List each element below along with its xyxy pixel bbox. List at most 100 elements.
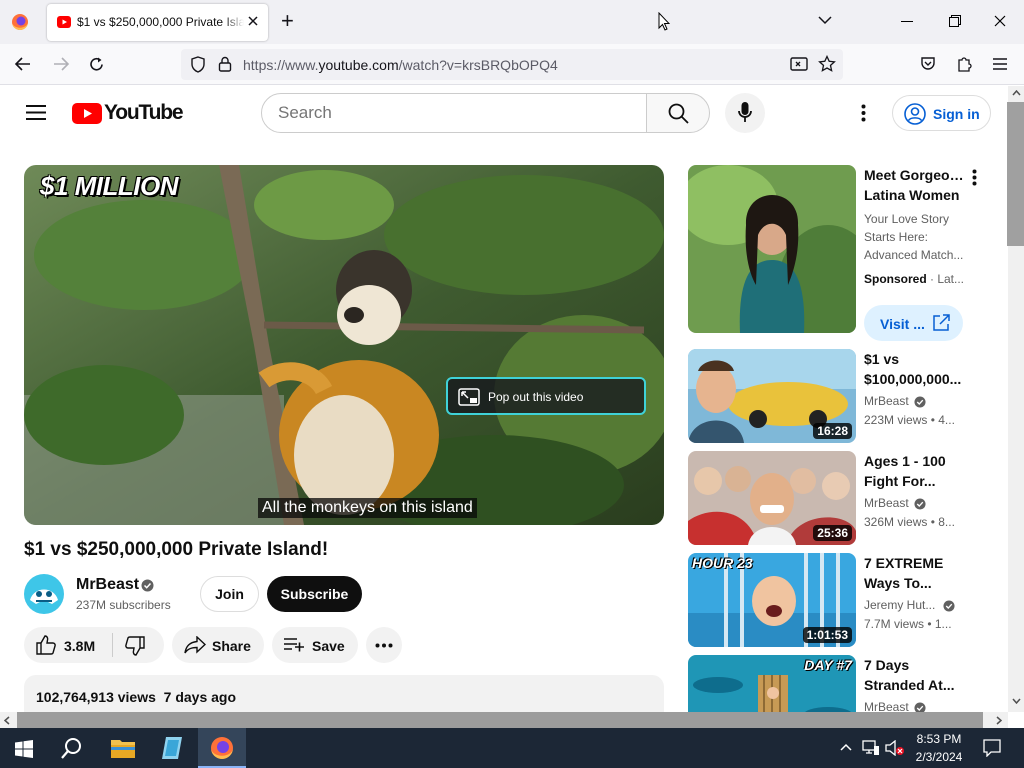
playlist-add-icon bbox=[283, 638, 305, 652]
like-dislike-group: 3.8M bbox=[24, 627, 164, 663]
dislike-button[interactable] bbox=[113, 627, 164, 663]
clock-time: 8:53 PM bbox=[916, 732, 962, 746]
restore-window-button[interactable] bbox=[949, 15, 961, 27]
scroll-up-arrow-icon[interactable] bbox=[1012, 90, 1021, 96]
join-button[interactable]: Join bbox=[200, 576, 259, 612]
like-button[interactable]: 3.8M bbox=[24, 627, 112, 663]
youtube-page: YouTube Sign in bbox=[0, 86, 1008, 712]
video-duration: 25:36 bbox=[813, 525, 852, 541]
voice-search-button[interactable] bbox=[725, 93, 765, 133]
browser-tab-bar: $1 vs $250,000,000 Private Island! + bbox=[0, 0, 1024, 44]
url-bar[interactable]: https://www.youtube.com/watch?v=krsBRQbO… bbox=[181, 49, 843, 80]
reader-view-icon[interactable] bbox=[790, 56, 808, 72]
scroll-left-arrow-icon[interactable] bbox=[4, 716, 10, 725]
pocket-icon[interactable] bbox=[920, 56, 936, 72]
firefox-view-icon[interactable] bbox=[10, 12, 30, 32]
thumbnail-text: DAY #7 bbox=[804, 657, 852, 673]
scroll-down-arrow-icon[interactable] bbox=[1012, 698, 1021, 704]
youtube-logo-text: YouTube bbox=[104, 101, 184, 124]
app-icon[interactable] bbox=[160, 737, 184, 759]
sponsored-ad-card[interactable]: Meet Gorgeous Latina Women Your Love Sto… bbox=[688, 165, 988, 341]
video-player[interactable]: $1 MILLION Pop out this video All the mo… bbox=[24, 165, 664, 525]
guide-menu-icon[interactable] bbox=[26, 105, 46, 120]
thumbnail-text: HOUR 23 bbox=[692, 555, 753, 571]
settings-more-icon[interactable] bbox=[861, 104, 866, 122]
ad-more-options-icon[interactable] bbox=[972, 169, 977, 186]
video-channel[interactable]: Jeremy Hut... bbox=[864, 598, 936, 612]
bookmark-star-icon[interactable] bbox=[818, 55, 836, 73]
youtube-favicon-icon bbox=[57, 16, 71, 28]
more-horizontal-icon bbox=[375, 643, 393, 648]
thumbs-up-icon bbox=[36, 635, 56, 655]
visit-advertiser-button[interactable]: Visit ... bbox=[864, 305, 963, 341]
minimize-window-button[interactable] bbox=[901, 21, 913, 22]
open-external-icon bbox=[932, 314, 950, 332]
recommended-video[interactable]: 16:28 $1 vs $100,000,000... MrBeast 223M … bbox=[688, 349, 988, 443]
clock-date: 2/3/2024 bbox=[915, 750, 963, 764]
video-duration: 1:01:53 bbox=[802, 627, 852, 643]
close-window-button[interactable] bbox=[994, 15, 1006, 27]
taskbar-search-icon[interactable] bbox=[61, 737, 83, 759]
horizontal-scrollbar-thumb[interactable] bbox=[17, 712, 983, 728]
show-hidden-icons-icon[interactable] bbox=[840, 743, 852, 751]
back-icon[interactable] bbox=[14, 56, 32, 72]
recommended-video[interactable]: HOUR 23 1:01:53 7 EXTREME Ways To... Jere… bbox=[688, 553, 988, 647]
file-explorer-icon[interactable] bbox=[111, 738, 135, 758]
verified-badge-icon bbox=[914, 702, 926, 712]
video-thumbnail[interactable]: HOUR 23 1:01:53 bbox=[688, 553, 856, 647]
recommended-video[interactable]: DAY #7 7 Days Stranded At... MrBeast bbox=[688, 655, 988, 712]
scroll-right-arrow-icon[interactable] bbox=[996, 716, 1002, 725]
new-tab-button[interactable]: + bbox=[281, 10, 294, 32]
share-button[interactable]: Share bbox=[172, 627, 264, 663]
network-icon[interactable] bbox=[862, 740, 880, 756]
pop-out-video-button[interactable]: Pop out this video bbox=[446, 377, 646, 415]
tab-title: $1 vs $250,000,000 Private Island! bbox=[77, 15, 244, 29]
subscribe-button[interactable]: Subscribe bbox=[267, 576, 362, 612]
ad-title: Meet Gorgeous Latina Women bbox=[864, 167, 964, 203]
tab-youtube-video[interactable]: $1 vs $250,000,000 Private Island! bbox=[47, 4, 268, 41]
video-thumbnail[interactable]: DAY #7 bbox=[688, 655, 856, 712]
video-title: $1 vs $100,000,000... bbox=[864, 351, 962, 387]
channel-avatar[interactable] bbox=[24, 574, 64, 614]
sign-in-button[interactable]: Sign in bbox=[892, 95, 991, 131]
taskbar-firefox-button[interactable] bbox=[198, 728, 246, 768]
video-thumbnail[interactable]: 16:28 bbox=[688, 349, 856, 443]
video-channel[interactable]: MrBeast bbox=[864, 496, 909, 510]
ad-description: Your Love Story Starts Here: Advanced Ma… bbox=[864, 212, 964, 262]
picture-in-picture-icon bbox=[458, 388, 480, 406]
taskbar-clock[interactable]: 8:53 PM 2/3/2024 bbox=[900, 730, 978, 766]
video-stats: 326M views • 8... bbox=[864, 515, 955, 529]
recommended-video[interactable]: 25:36 Ages 1 - 100 Fight For... MrBeast 3… bbox=[688, 451, 988, 545]
app-menu-icon[interactable] bbox=[992, 58, 1008, 70]
mouse-cursor-icon bbox=[658, 12, 670, 31]
video-duration: 16:28 bbox=[813, 423, 852, 439]
search-input[interactable] bbox=[262, 94, 622, 132]
video-channel[interactable]: MrBeast bbox=[864, 700, 909, 712]
tracking-protection-shield-icon[interactable] bbox=[190, 56, 206, 73]
notifications-icon[interactable] bbox=[983, 739, 1001, 757]
account-circle-icon bbox=[904, 103, 926, 125]
channel-name[interactable]: MrBeast bbox=[76, 576, 139, 594]
lock-icon[interactable] bbox=[218, 56, 232, 72]
extensions-icon[interactable] bbox=[956, 55, 973, 73]
ad-thumbnail[interactable] bbox=[688, 165, 856, 333]
forward-icon[interactable] bbox=[52, 56, 70, 72]
vertical-scrollbar-thumb[interactable] bbox=[1007, 102, 1024, 246]
video-title: Ages 1 - 100 Fight For... bbox=[864, 453, 946, 489]
video-thumbnail[interactable]: 25:36 bbox=[688, 451, 856, 545]
subscriber-count: 237M subscribers bbox=[76, 598, 171, 612]
description-box[interactable]: 102,764,913 views 7 days ago bbox=[24, 675, 664, 712]
thumbs-down-icon bbox=[125, 636, 145, 656]
reload-icon[interactable] bbox=[88, 56, 105, 73]
windows-start-icon[interactable] bbox=[15, 740, 33, 758]
more-actions-button[interactable] bbox=[366, 627, 402, 663]
youtube-logo[interactable] bbox=[72, 103, 102, 124]
search-button[interactable] bbox=[646, 93, 710, 133]
list-all-tabs-icon[interactable] bbox=[817, 15, 833, 25]
share-icon bbox=[184, 636, 206, 654]
save-button[interactable]: Save bbox=[272, 627, 358, 663]
search-box[interactable] bbox=[261, 93, 647, 133]
video-channel[interactable]: MrBeast bbox=[864, 394, 909, 408]
view-count-and-date: 102,764,913 views 7 days ago bbox=[36, 689, 237, 705]
close-tab-icon[interactable] bbox=[246, 14, 260, 28]
